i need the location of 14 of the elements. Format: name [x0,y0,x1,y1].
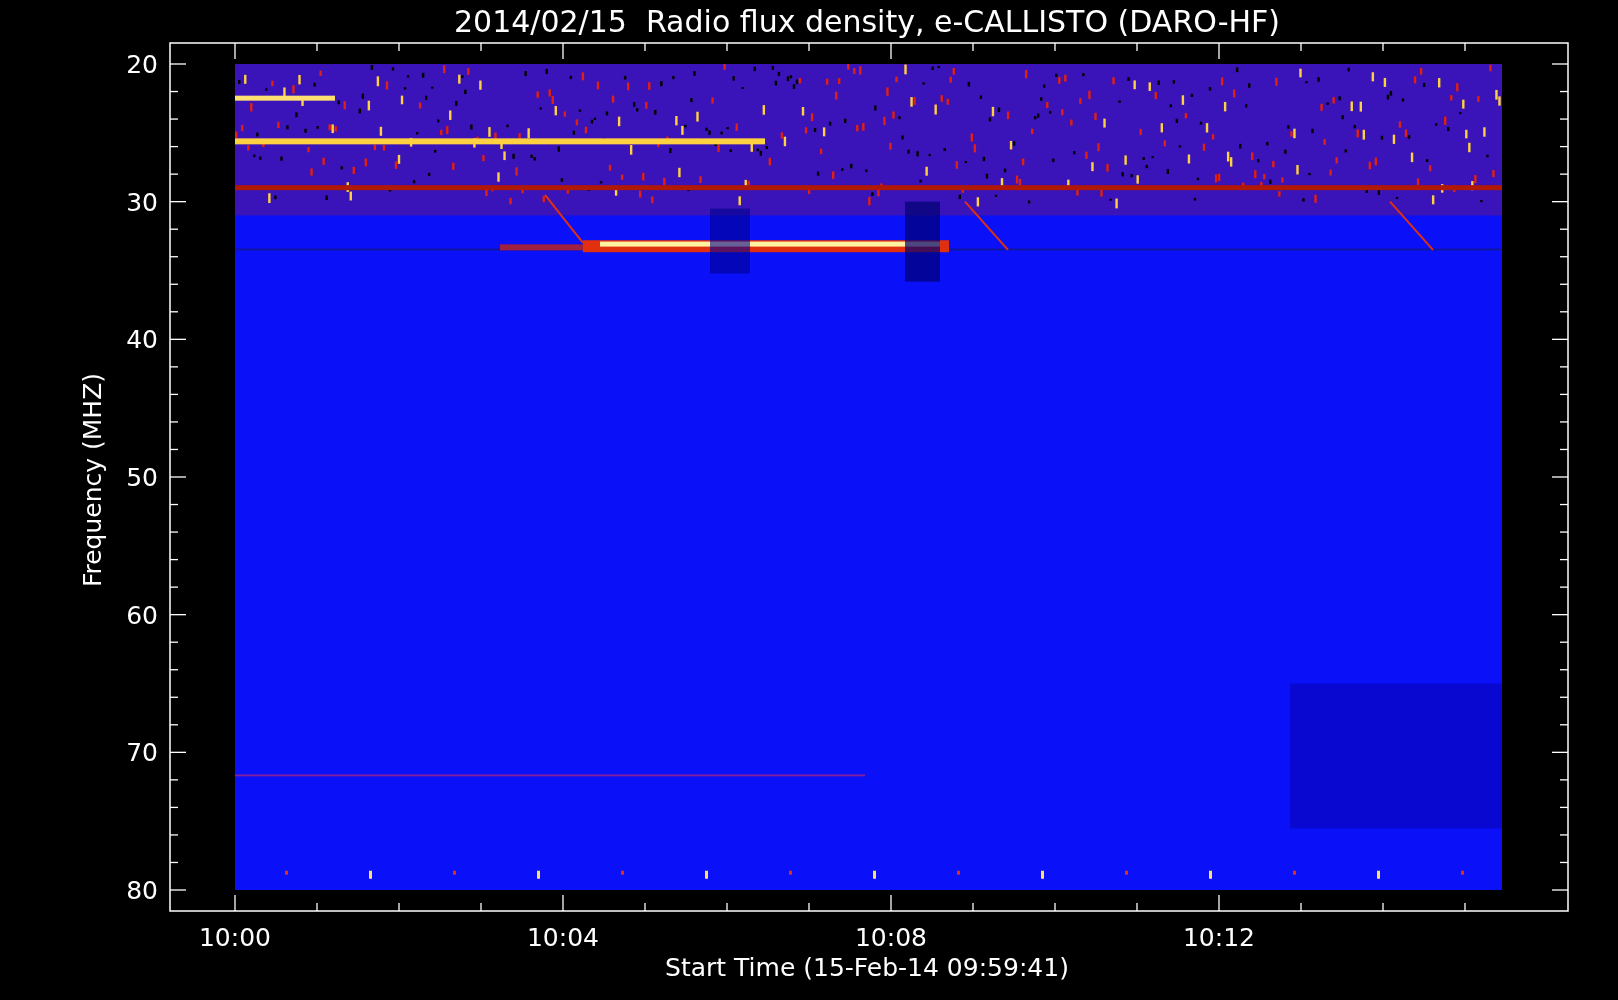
axis-tick-label: 10:04 [527,923,599,952]
axis-tick-label: 10:12 [1183,923,1255,952]
axis-title: Frequency (MHZ) [78,372,107,588]
axis-tick-label: 10:00 [199,923,271,952]
chart-title: 2014/02/15 Radio flux density, e-CALLISTO (DARO-HF) [453,4,1281,39]
axis-tick-label: 20 [126,50,158,79]
axis-tick-label: 10:08 [855,923,927,952]
axis-tick-label: 60 [126,600,158,630]
axis-tick-label: 30 [126,187,158,217]
axis-tick-label: 50 [126,463,158,492]
axis-tick-label: 80 [126,876,158,905]
axis-tick-label: 40 [126,325,158,355]
axis-title: Start Time (15-Feb-14 09:59:41) [665,953,1069,982]
axis-tick-label: 70 [126,738,158,768]
